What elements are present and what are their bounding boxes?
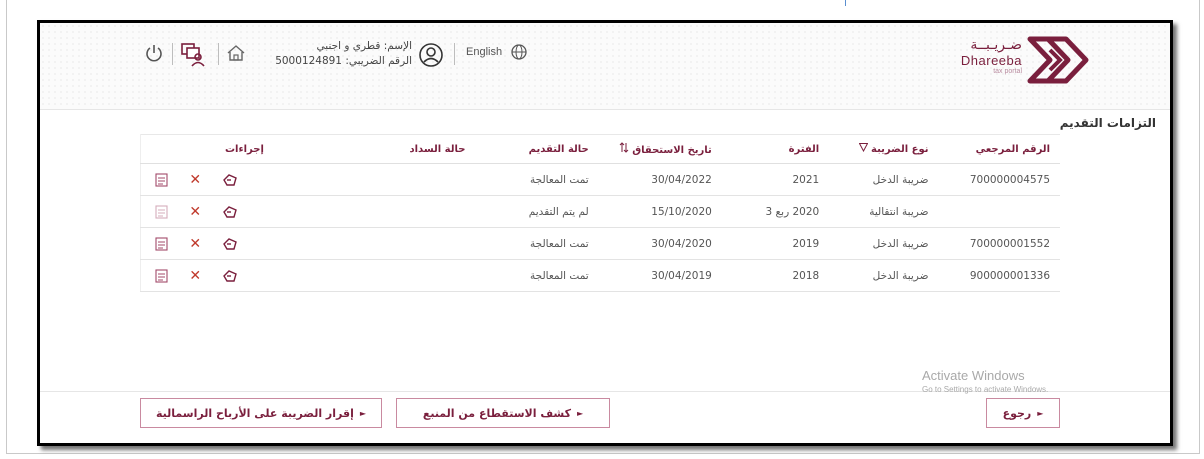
col-header-tax-type[interactable]: نوع الضريبة [829,134,939,164]
power-icon[interactable] [144,43,164,63]
sort-icon[interactable] [619,142,629,153]
cell-actions: ✕ [140,227,340,260]
view-document-icon[interactable] [155,236,168,251]
cell-payment-status [339,259,476,292]
col-header-period-label: الفترة [788,143,820,155]
cell-due-date: 15/10/2020 [598,195,722,228]
view-document-icon[interactable] [155,172,168,187]
col-header-actions-label: إجراءات [225,143,264,155]
caret-icon: ► [359,408,367,418]
cell-tax-type: ضريبة الدخل [829,259,939,292]
close-icon[interactable]: ✕ [189,269,201,283]
cell-due-date: 30/04/2022 [598,163,722,196]
cell-payment-status [339,195,476,228]
cell-due-date: 30/04/2019 [598,259,722,292]
header-separator [218,43,219,65]
col-header-reference-label: الرقم المرجعي [975,143,1050,155]
watermark-title: Activate Windows [922,368,1025,383]
header-separator [172,43,173,65]
col-header-tax-type-label: نوع الضريبة [871,144,929,155]
cell-period: 2020 ربع 3 [721,195,830,228]
cell-filing-status: لم يتم التقديم [475,195,599,228]
file-return-icon[interactable] [222,205,238,219]
withholding-statement-label: كشف الاستقطاع من المنبع [422,406,572,420]
view-document-icon[interactable] [155,204,168,219]
back-button[interactable]: ► رجوع [986,398,1060,428]
filter-icon[interactable] [858,143,868,153]
caret-icon: ► [1037,408,1044,418]
back-label: رجوع [1002,406,1032,420]
top-edge-marker [845,0,846,6]
logo-arabic: ضـريـبــة [970,37,1022,53]
col-header-filing-status[interactable]: حالة التقديم [475,134,599,164]
cell-period: 2018 [721,259,830,292]
cell-due-date: 30/04/2020 [598,227,722,260]
close-icon[interactable]: ✕ [189,237,201,251]
profile-switch-icon[interactable] [180,41,206,67]
table-row[interactable]: 700000001552 ضريبة الدخل 2019 30/04/2020… [140,227,1060,260]
cell-reference: 700000004575 [938,163,1060,196]
table-header-row: الرقم المرجعي نوع الضريبة الفترة تاريخ ا… [140,134,1060,164]
view-document-icon[interactable] [155,268,168,283]
logo-english: Dhareeba [960,53,1022,68]
cell-reference: 900000001336 [938,259,1060,292]
globe-icon[interactable] [510,43,528,61]
cell-filing-status: تمت المعالجة [475,163,599,196]
col-header-period[interactable]: الفترة [721,134,830,164]
user-info: الإسم: قطري و اجنبي الرقم الضريبي: 50001… [256,39,412,69]
header: ضـريـبــة Dhareeba tax portal الإسم: قطر… [40,23,1170,110]
cell-tax-type: ضريبة انتقالية [829,195,939,228]
cell-payment-status [339,227,476,260]
cell-period: 2021 [721,163,830,196]
col-header-due-date-label: تاريخ الاستحقاق [632,145,712,156]
cell-filing-status: تمت المعالجة [475,227,599,260]
cell-filing-status: تمت المعالجة [475,259,599,292]
col-header-filing-status-label: حالة التقديم [528,143,589,155]
col-header-payment-status-label: حالة السداد [409,143,466,155]
user-tax-id: الرقم الضريبي: 5000124891 [275,55,412,67]
cell-actions: ✕ [140,259,340,292]
watermark-subtitle: Go to Settings to activate Windows. [922,385,1049,394]
cell-actions: ✕ [140,163,340,196]
capital-gains-return-label: إقرار الضريبة على الأرباح الراسمالية [156,406,354,420]
filing-obligations-table: الرقم المرجعي نوع الضريبة الفترة تاريخ ا… [140,134,1060,292]
capital-gains-return-button[interactable]: ► إقرار الضريبة على الأرباح الراسمالية [140,398,382,428]
logo-tagline: tax portal [993,68,1022,75]
table-row[interactable]: 700000004575 ضريبة الدخل 2021 30/04/2022… [140,163,1060,196]
cell-tax-type: ضريبة الدخل [829,163,939,196]
logo-text: ضـريـبــة Dhareeba tax portal [932,37,1022,75]
cell-period: 2019 [721,227,830,260]
portal-window: ضـريـبــة Dhareeba tax portal الإسم: قطر… [37,20,1173,446]
home-icon[interactable] [226,43,246,63]
cell-tax-type: ضريبة الدخل [829,227,939,260]
cell-reference [938,195,1060,228]
col-header-reference[interactable]: الرقم المرجعي [938,134,1060,164]
page-title: التزامات التقديم [1059,116,1156,130]
col-header-actions: إجراءات [140,134,340,164]
col-header-due-date[interactable]: تاريخ الاستحقاق [598,134,722,164]
table-row[interactable]: ضريبة انتقالية 2020 ربع 3 15/10/2020 لم … [140,195,1060,228]
user-icon[interactable] [418,42,444,68]
dhareeba-logo-icon[interactable] [1026,35,1090,85]
file-return-icon[interactable] [222,237,238,251]
cell-reference: 700000001552 [938,227,1060,260]
activate-windows-watermark: Activate Windows Go to Settings to activ… [922,368,1152,394]
cell-actions: ✕ [140,195,340,228]
cell-payment-status [339,163,476,196]
table-row[interactable]: 900000001336 ضريبة الدخل 2018 30/04/2019… [140,259,1060,292]
withholding-statement-button[interactable]: ► كشف الاستقطاع من المنبع [396,398,610,428]
language-switch-link[interactable]: English [466,46,502,58]
file-return-icon[interactable] [222,173,238,187]
caret-icon: ► [577,408,584,418]
close-icon[interactable]: ✕ [189,205,201,219]
header-separator [454,43,455,65]
user-name: الإسم: قطري و اجنبي [316,40,412,52]
file-return-icon[interactable] [222,269,238,283]
col-header-payment-status[interactable]: حالة السداد [339,134,476,164]
close-icon[interactable]: ✕ [189,173,201,187]
